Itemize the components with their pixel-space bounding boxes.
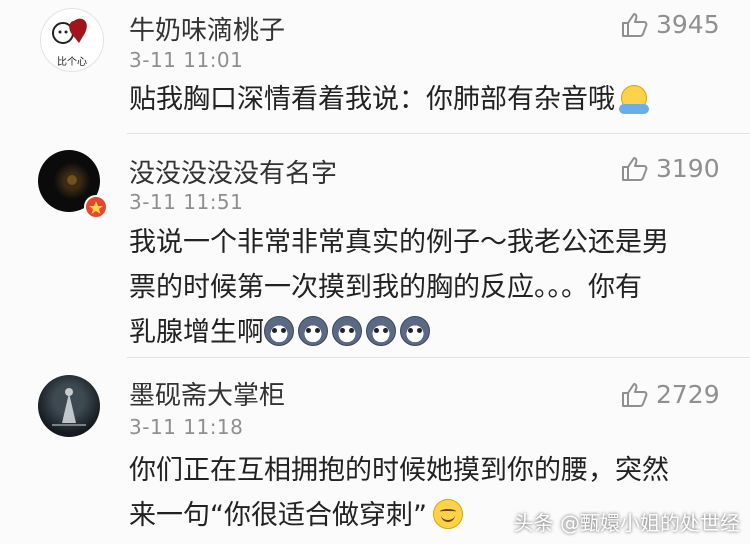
comment-line: 我说一个非常非常真实的例子～我老公还是男 [129, 227, 669, 258]
username[interactable]: 墨砚斋大掌柜 [129, 375, 285, 412]
like-count: 3945 [656, 10, 720, 39]
timestamp: 3-11 11:01 [129, 48, 244, 72]
comment-text: 我说一个非常非常真实的例子～我老公还是男 票的时候第一次摸到我的胸的反应。。。你… [129, 220, 669, 355]
comment-line: 票的时候第一次摸到我的胸的反应。。。你有 [129, 272, 642, 303]
avatar[interactable]: 比个心 [40, 8, 104, 72]
comment-line: 乳腺增生啊 [129, 317, 264, 348]
verified-badge-icon [84, 195, 108, 219]
like-count: 3190 [656, 154, 720, 183]
husky-face-emoji [400, 316, 430, 346]
username[interactable]: 牛奶味滴桃子 [129, 10, 285, 47]
timestamp: 3-11 11:51 [129, 190, 244, 214]
avatar-caption: 比个心 [57, 57, 87, 68]
watermark: 头条 @甄嬛小姐的处世经 [513, 511, 740, 535]
comment-line: 来一句“你很适合做穿刺” [129, 500, 427, 531]
avatar[interactable] [38, 375, 100, 437]
comment-2: 没没没没没有名字 3-11 11:51 3190 我说一个非常非常真实的例子～我… [0, 140, 750, 350]
thumbs-up-icon [622, 382, 648, 407]
divider [127, 133, 750, 134]
grinning-face-emoji [432, 499, 463, 529]
comment-text: 贴我胸口深情看着我说：你肺部有杂音哦 [129, 77, 651, 122]
thumbs-up-icon [622, 12, 648, 37]
comment-1: 比个心 牛奶味滴桃子 3-11 11:01 3945 贴我胸口深情看着我说：你肺… [0, 0, 750, 120]
avatar-image [52, 388, 86, 426]
comment-line: 贴我胸口深情看着我说：你肺部有杂音哦 [129, 84, 615, 115]
username[interactable]: 没没没没没有名字 [129, 153, 337, 190]
comment-line: 你们正在互相拥抱的时候她摸到你的腰，突然 [129, 455, 669, 486]
husky-face-emoji [264, 316, 294, 346]
husky-face-emoji [332, 316, 362, 346]
like-count: 2729 [656, 380, 720, 409]
husky-face-emoji [298, 316, 328, 346]
like-button[interactable]: 3190 [620, 154, 720, 183]
timestamp: 3-11 11:18 [129, 415, 244, 439]
divider [127, 357, 750, 358]
like-button[interactable]: 2729 [620, 380, 720, 409]
husky-face-emoji [366, 316, 396, 346]
thumbs-up-icon [622, 156, 648, 181]
bathing-emoji [619, 85, 649, 114]
comment-line-with-emoji: 乳腺增生啊 [129, 310, 669, 355]
like-button[interactable]: 3945 [620, 10, 720, 39]
